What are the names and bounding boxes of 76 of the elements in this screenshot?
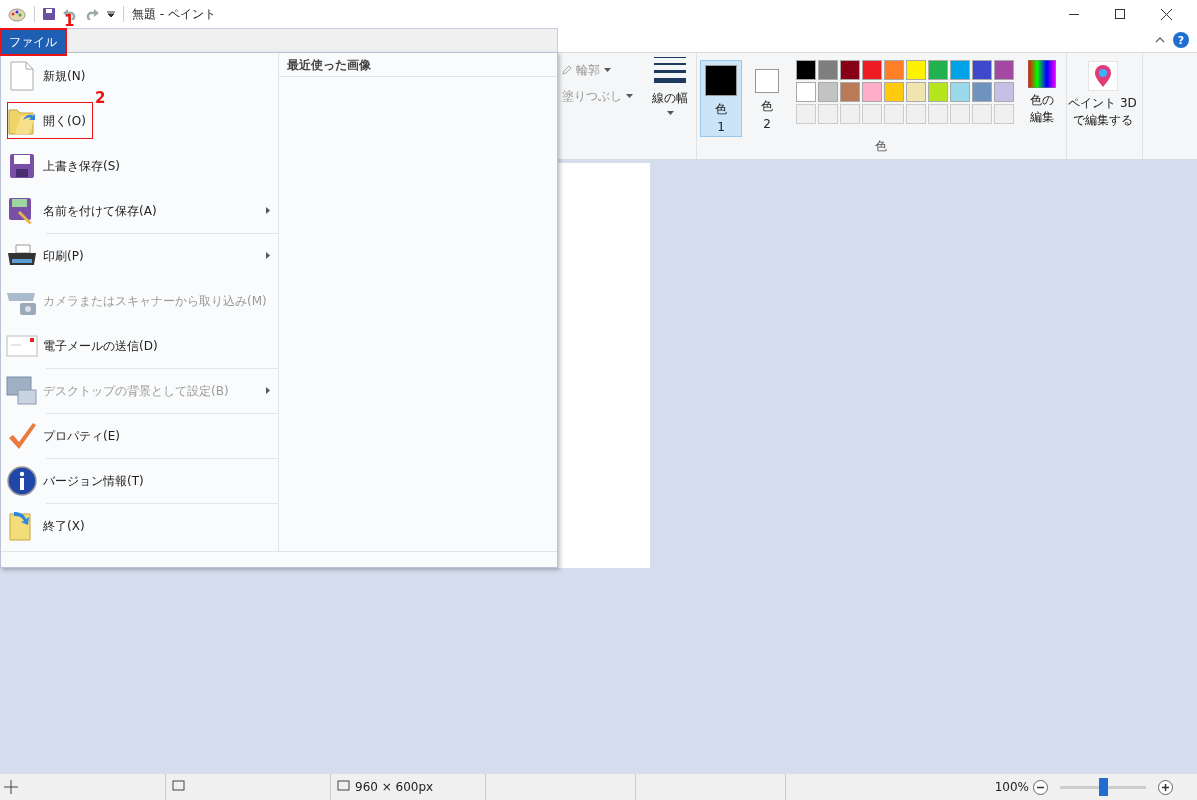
color-swatch[interactable] xyxy=(906,82,926,102)
file-tab[interactable]: ファイル xyxy=(1,30,65,54)
menu-item[interactable]: 名前を付けて保存(A) xyxy=(1,188,278,233)
move-cursor-icon xyxy=(4,780,18,794)
info-icon xyxy=(7,465,37,496)
help-button[interactable]: ? xyxy=(1173,32,1189,48)
empty-swatch xyxy=(840,104,860,124)
line-width-icon xyxy=(654,57,686,85)
paint-3d-icon xyxy=(1087,61,1118,91)
color-swatch[interactable] xyxy=(862,82,882,102)
submenu-arrow-icon xyxy=(266,207,270,214)
color-swatch[interactable] xyxy=(950,60,970,80)
line-width-button[interactable]: 線の幅 xyxy=(644,53,696,159)
color-swatch[interactable] xyxy=(862,60,882,80)
color-swatch[interactable] xyxy=(840,82,860,102)
monitor-icon xyxy=(6,375,38,406)
menu-item[interactable]: 電子メールの送信(D) xyxy=(1,323,278,368)
selection-size-icon xyxy=(170,780,186,794)
empty-swatch xyxy=(862,104,882,124)
dropdown-icon[interactable] xyxy=(107,10,115,18)
menu-item[interactable]: 上書き保存(S) xyxy=(1,143,278,188)
empty-swatch xyxy=(994,104,1014,124)
empty-swatch xyxy=(972,104,992,124)
callout-number: 1 xyxy=(64,13,75,29)
empty-swatch xyxy=(928,104,948,124)
zoom-slider-thumb[interactable] xyxy=(1099,778,1108,796)
rainbow-gradient-icon xyxy=(1028,60,1056,88)
color-swatch[interactable] xyxy=(796,60,816,80)
caret-icon xyxy=(604,68,611,72)
chevron-up-icon[interactable] xyxy=(1155,37,1165,43)
color-swatch[interactable] xyxy=(994,60,1014,80)
canvas-size-text: 960 × 600px xyxy=(355,779,434,796)
empty-swatch xyxy=(818,104,838,124)
zoom-out-icon[interactable] xyxy=(1033,779,1048,795)
color-swatch[interactable] xyxy=(972,60,992,80)
color-swatch[interactable] xyxy=(818,60,838,80)
minimize-icon[interactable] xyxy=(1069,13,1079,15)
color-swatch[interactable] xyxy=(950,82,970,102)
envelope-icon xyxy=(6,334,38,357)
window-title: 無題 - ペイント xyxy=(132,6,216,23)
color-swatch[interactable] xyxy=(884,60,904,80)
submenu-arrow-icon xyxy=(266,387,270,394)
edit-colors-button[interactable]: 色の 編集 xyxy=(1022,60,1062,126)
color-swatch[interactable] xyxy=(796,82,816,102)
paint-3d-button[interactable]: ペイント 3D で編集する xyxy=(1066,53,1138,159)
caret-icon xyxy=(666,111,674,115)
empty-swatch xyxy=(906,104,926,124)
save-icon[interactable] xyxy=(43,8,55,20)
color-swatch[interactable] xyxy=(884,82,904,102)
color-swatch[interactable] xyxy=(928,60,948,80)
pencil-icon xyxy=(562,65,572,75)
color-swatch[interactable] xyxy=(994,82,1014,102)
color-swatch[interactable] xyxy=(972,82,992,102)
checkmark-icon xyxy=(7,420,37,451)
redo-icon[interactable] xyxy=(85,8,99,20)
maximize-icon[interactable] xyxy=(1115,9,1125,19)
callout-number: 2 xyxy=(95,90,106,106)
color-swatch[interactable] xyxy=(906,60,926,80)
recent-images-heading: 最近使った画像 xyxy=(279,53,557,77)
color-swatch[interactable] xyxy=(840,60,860,80)
blank-page-icon xyxy=(10,60,34,91)
group-label: 色 xyxy=(874,138,888,155)
color-swatch[interactable] xyxy=(928,82,948,102)
zoom-level-text: 100% xyxy=(994,779,1029,796)
color-selector[interactable]: 色 2 xyxy=(746,60,788,137)
palette-app-icon xyxy=(8,6,26,22)
canvas-size-icon xyxy=(335,780,351,794)
empty-swatch xyxy=(884,104,904,124)
empty-swatch xyxy=(796,104,816,124)
color-swatch[interactable] xyxy=(818,82,838,102)
close-icon[interactable] xyxy=(1160,8,1172,20)
color-selector[interactable]: 色 1 xyxy=(700,60,742,137)
caret-icon xyxy=(626,94,633,98)
zoom-in-icon[interactable] xyxy=(1158,779,1173,795)
empty-swatch xyxy=(950,104,970,124)
submenu-arrow-icon xyxy=(266,252,270,259)
